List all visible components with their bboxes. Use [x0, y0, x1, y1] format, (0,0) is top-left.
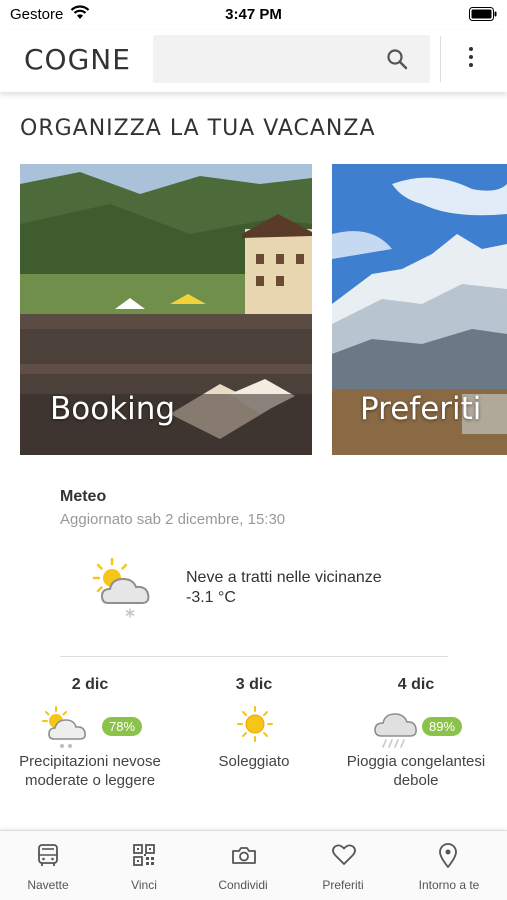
qr-code-icon [133, 844, 155, 866]
meteo-updated-time: Aggiornato sab 2 dicembre, 15:30 [60, 511, 286, 528]
nav-label: Vinci [131, 878, 157, 892]
heart-icon [332, 844, 356, 865]
bottom-navigation: Navette Vinci Condividi Preferiti Intorn… [0, 830, 507, 900]
preferiti-card[interactable]: Preferiti [332, 164, 507, 455]
current-temperature: -3.1 °C [186, 589, 236, 606]
forecast-day: 3 dic Soleggiato [170, 676, 338, 771]
preferiti-card-label: Preferiti [360, 391, 482, 427]
nav-item-preferiti[interactable]: Preferiti [295, 831, 391, 900]
nav-label: Navette [27, 878, 69, 892]
status-bar: Gestore 3:47 PM [0, 0, 507, 30]
forecast-date: 4 dic [397, 676, 435, 693]
forecast-date: 2 dic [71, 676, 109, 693]
current-weather-description: Neve a tratti nelle vicinanze [186, 569, 382, 586]
snow-cloud-sun-icon [92, 557, 150, 618]
nav-item-intorno-a-te[interactable]: Intorno a te [401, 831, 497, 900]
header-divider [440, 36, 441, 82]
bus-icon [38, 844, 58, 866]
nav-item-condividi[interactable]: Condividi [195, 831, 291, 900]
forecast-day: 2 dic 78% Precipitazioni nevose moderate… [6, 676, 174, 790]
forecast-description: Precipitazioni nevose moderate o leggere [19, 753, 161, 789]
weather-divider [60, 656, 448, 657]
location-pin-icon [439, 843, 457, 868]
booking-card[interactable]: Booking [20, 164, 312, 455]
nav-label: Intorno a te [418, 878, 480, 892]
sun-icon [237, 706, 273, 742]
forecast-description: Pioggia congelantesi debole [346, 753, 486, 789]
precipitation-badge: 89% [422, 717, 463, 736]
forecast-description: Soleggiato [218, 753, 290, 770]
clock: 3:47 PM [225, 6, 282, 23]
app-header: COGNE [0, 30, 507, 92]
search-icon[interactable] [386, 48, 408, 70]
nav-item-vinci[interactable]: Vinci [96, 831, 192, 900]
nav-item-navette[interactable]: Navette [0, 831, 96, 900]
camera-icon [232, 847, 256, 864]
section-title: ORGANIZZA LA TUA VACANZA [20, 116, 376, 141]
freezing-rain-cloud-icon [374, 713, 417, 748]
search-input[interactable] [153, 35, 430, 83]
precipitation-badge: 78% [102, 717, 143, 736]
battery-icon [469, 7, 497, 21]
meteo-title: Meteo [60, 488, 107, 505]
snow-cloud-sun-icon [42, 706, 86, 748]
nav-label: Preferiti [322, 878, 364, 892]
booking-card-label: Booking [50, 391, 176, 427]
more-options-icon[interactable] [466, 47, 476, 71]
nav-label: Condividi [218, 878, 268, 892]
app-title: COGNE [24, 43, 131, 76]
forecast-date: 3 dic [235, 676, 273, 693]
forecast-day: 4 dic 89% Pioggia congelantesi debole [332, 676, 500, 790]
